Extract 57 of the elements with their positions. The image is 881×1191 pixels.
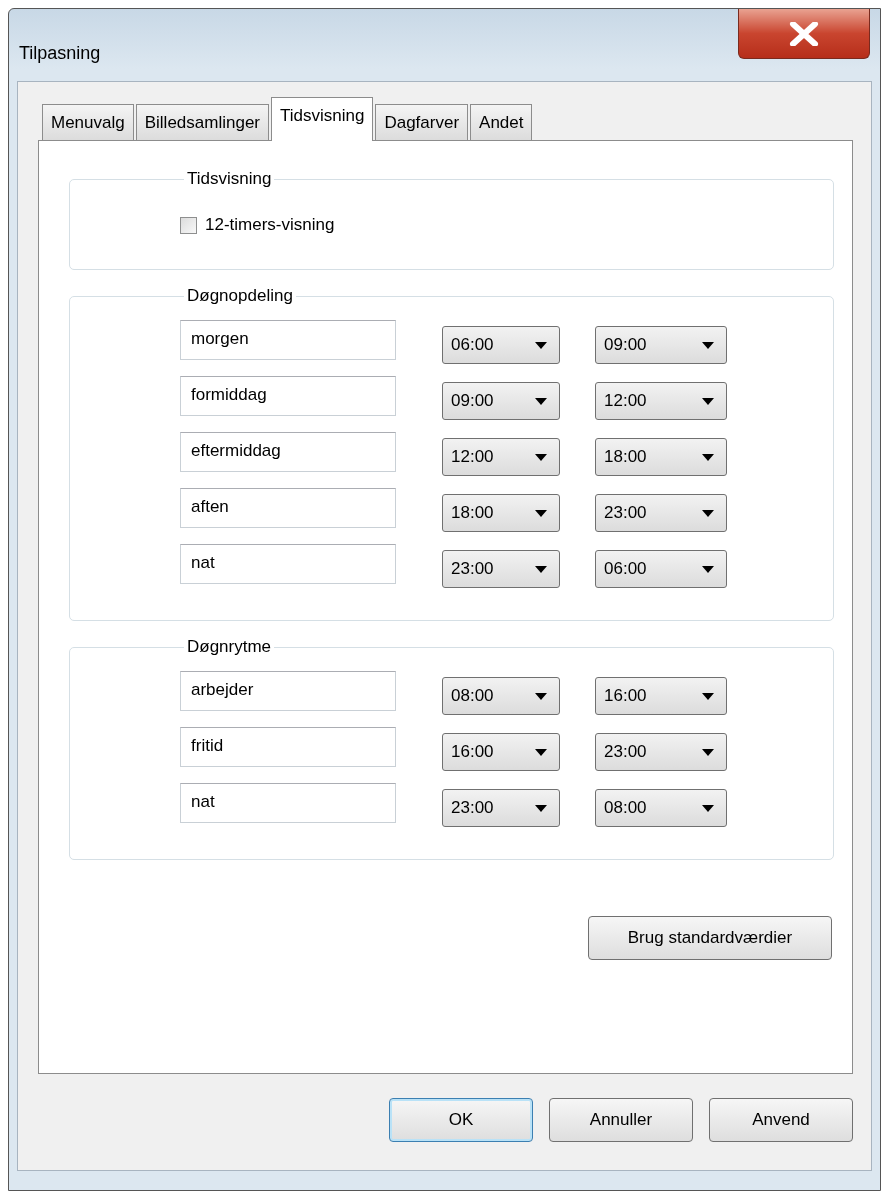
caret-icon [535, 453, 547, 461]
time-dropdown[interactable]: 23:00 [442, 550, 560, 588]
period-name-field[interactable]: fritid [180, 727, 396, 767]
caret-icon [535, 692, 547, 700]
caret-icon [702, 509, 714, 517]
dialog-button[interactable]: Annuller [549, 1098, 693, 1142]
time-dropdown[interactable]: 06:00 [595, 550, 727, 588]
period-name-field[interactable]: nat [180, 544, 396, 584]
time-dropdown[interactable]: 16:00 [595, 677, 727, 715]
period-name-field[interactable]: nat [180, 783, 396, 823]
checkbox[interactable] [180, 216, 197, 234]
time-dropdown[interactable]: 23:00 [595, 494, 727, 532]
caret-icon [535, 748, 547, 756]
time-dropdown[interactable]: 08:00 [442, 677, 560, 715]
tab[interactable]: Billedsamlinger [135, 104, 269, 140]
tab[interactable]: Dagfarver [375, 104, 469, 140]
group-title: Døgnrytme [186, 637, 273, 657]
tab[interactable]: Tidsvisning [271, 97, 374, 141]
time-dropdown[interactable]: 23:00 [442, 789, 560, 827]
dialog-button[interactable]: Anvend [709, 1098, 853, 1142]
caret-icon [702, 397, 714, 405]
time-dropdown[interactable]: 12:00 [595, 382, 727, 420]
caret-icon [702, 341, 714, 349]
time-dropdown[interactable]: 08:00 [595, 789, 727, 827]
period-name-field[interactable]: formiddag [180, 376, 396, 416]
time-dropdown[interactable]: 18:00 [442, 494, 560, 532]
dialog-button[interactable]: OK [389, 1098, 533, 1142]
defaults-button[interactable]: Brug standardværdier [588, 916, 832, 960]
time-dropdown[interactable]: 16:00 [442, 733, 560, 771]
period-name-field[interactable]: aften [180, 488, 396, 528]
caret-icon [702, 692, 714, 700]
time-dropdown[interactable]: 18:00 [595, 438, 727, 476]
caret-icon [702, 748, 714, 756]
group-title: Tidsvisning [186, 169, 273, 189]
time-dropdown[interactable]: 12:00 [442, 438, 560, 476]
checkbox-label[interactable]: 12-timers-visning [205, 215, 335, 235]
caret-icon [535, 804, 547, 812]
caret-icon [702, 565, 714, 573]
caret-icon [702, 453, 714, 461]
caret-icon [535, 565, 547, 573]
time-dropdown[interactable]: 09:00 [442, 382, 560, 420]
tab[interactable]: Andet [470, 104, 533, 140]
caret-icon [535, 397, 547, 405]
caret-icon [535, 341, 547, 349]
caret-icon [702, 804, 714, 812]
period-name-field[interactable]: arbejder [180, 671, 396, 711]
tab[interactable]: Menuvalg [42, 104, 134, 140]
window-title: Tilpasning [19, 43, 101, 64]
time-dropdown[interactable]: 06:00 [442, 326, 560, 364]
close-icon [789, 21, 819, 46]
period-name-field[interactable]: eftermiddag [180, 432, 396, 472]
period-name-field[interactable]: morgen [180, 320, 396, 360]
caret-icon [535, 509, 547, 517]
time-dropdown[interactable]: 23:00 [595, 733, 727, 771]
close-button[interactable] [738, 9, 870, 59]
group-title: Døgnopdeling [186, 286, 294, 306]
time-dropdown[interactable]: 09:00 [595, 326, 727, 364]
